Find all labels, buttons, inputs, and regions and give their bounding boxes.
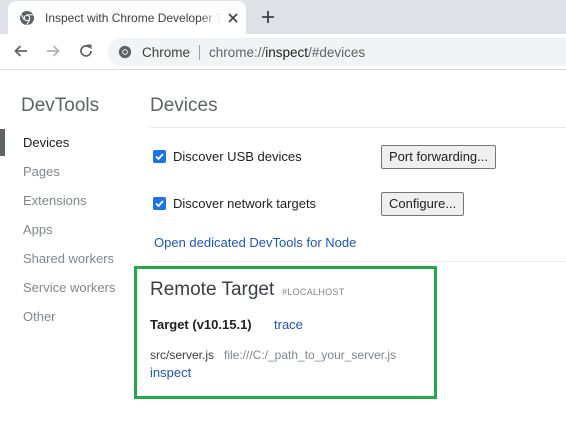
sidebar-nav: Devices Pages Extensions Apps Shared wor… [0,128,130,331]
inspect-link[interactable]: inspect [150,365,191,380]
sidebar-item-apps[interactable]: Apps [0,215,130,244]
back-arrow-icon[interactable] [12,42,30,60]
sidebar-item-pages[interactable]: Pages [0,157,130,186]
remote-target-title: Remote Target [150,279,275,300]
sidebar-title: DevTools [21,95,100,116]
chrome-favicon-icon [19,10,35,26]
remote-target-host: #LOCALHOST [282,287,345,297]
new-tab-plus-icon[interactable] [260,9,276,25]
page-title: Devices [150,95,218,116]
browser-tab[interactable]: Inspect with Chrome Developer Tools [8,1,246,34]
address-separator [199,45,200,60]
open-node-devtools-link[interactable]: Open dedicated DevTools for Node [154,235,356,250]
divider [150,261,566,262]
divider [150,127,566,128]
discover-usb-label: Discover USB devices [173,149,302,164]
target-file: src/server.js [150,348,215,362]
sidebar-item-extensions[interactable]: Extensions [0,186,130,215]
site-label: Chrome [142,45,191,60]
url-text: chrome://inspect/#devices [209,45,365,60]
sidebar-item-other[interactable]: Other [0,302,130,331]
sidebar-item-shared-workers[interactable]: Shared workers [0,244,130,273]
browser-toolbar: Chrome chrome://inspect/#devices [0,34,566,70]
port-forwarding-button[interactable]: Port forwarding... [381,145,496,169]
reload-icon[interactable] [77,42,95,60]
sidebar-item-devices[interactable]: Devices [0,128,130,157]
url-prefix: chrome:// [209,45,266,60]
target-file-url: file:///C:/_path_to_your_server.js [224,348,397,362]
target-name: Target (v10.15.1) [150,317,252,332]
close-icon[interactable] [226,11,240,25]
sidebar-item-service-workers[interactable]: Service workers [0,273,130,302]
chrome-site-icon [118,45,132,59]
forward-arrow-icon[interactable] [44,42,62,60]
discover-network-row: Discover network targets Configure... [153,192,566,216]
discover-usb-checkbox[interactable] [153,150,166,163]
configure-button[interactable]: Configure... [381,192,465,216]
discover-network-checkbox[interactable] [153,197,166,210]
discover-network-label: Discover network targets [173,196,317,211]
tab-strip: Inspect with Chrome Developer Tools [0,0,566,34]
url-suffix: /#devices [308,45,366,60]
discover-usb-row: Discover USB devices Port forwarding... [153,145,566,169]
address-bar[interactable]: Chrome chrome://inspect/#devices [108,38,566,66]
trace-link[interactable]: trace [274,317,303,332]
url-main: inspect [265,45,309,60]
tab-title: Inspect with Chrome Developer Tools [45,11,221,25]
